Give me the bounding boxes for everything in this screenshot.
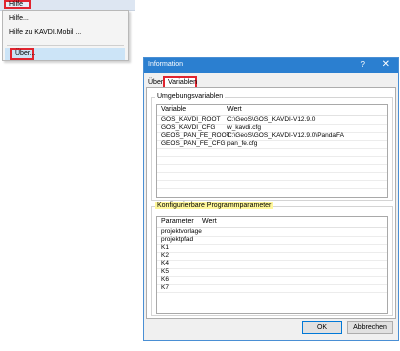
table-row[interactable]: K7 (157, 284, 387, 293)
menu-item-ueber[interactable]: Über... (5, 48, 125, 60)
cell-variable: GOS_KAVDI_ROOT (161, 116, 221, 123)
cell-parameter: K6 (161, 276, 169, 283)
cell-wert: pan_fe.cfg (227, 140, 258, 147)
dialog-titlebar: Information ? ✕ (144, 58, 398, 73)
menu-separator (7, 45, 124, 46)
help-icon[interactable]: ? (361, 60, 365, 69)
column-parameter[interactable]: Parameter (161, 218, 194, 225)
variablen-panel: Umgebungsvariablen Variable Wert GOS_KAV… (146, 87, 396, 319)
menu-item-hilfe[interactable]: Hilfe... (9, 13, 29, 25)
cell-parameter: projektpfad (161, 236, 194, 243)
cell-parameter: K5 (161, 268, 169, 275)
env-variables-table[interactable]: Variable Wert GOS_KAVDI_ROOT C:\GeoS\GOS… (156, 104, 388, 198)
close-icon[interactable]: ✕ (382, 59, 390, 70)
information-dialog: Information ? ✕ Über Variablen Umgebungs… (143, 57, 399, 341)
ok-button[interactable]: OK (302, 321, 342, 334)
menu-item-ueber-label: Über... (10, 48, 36, 60)
cancel-button[interactable]: Abbrechen (347, 321, 393, 334)
cell-variable: GOS_KAVDI_CFG (161, 124, 216, 131)
column-wert[interactable]: Wert (202, 218, 217, 225)
table-header: Parameter Wert (157, 217, 387, 228)
menu-hilfe[interactable]: Hilfe (4, 0, 31, 9)
cell-wert: C:\GeoS\GOS_KAVDI-V12.9.0 (227, 116, 316, 123)
param-group-legend: Konfigurierbare Programmparameter (155, 202, 274, 209)
table-header: Variable Wert (157, 105, 387, 116)
cell-wert: C:\GeoS\GOS_KAVDI-V12.9.0\PandaFA (227, 132, 344, 139)
column-wert[interactable]: Wert (227, 106, 242, 113)
env-variables-legend: Umgebungsvariablen (155, 93, 226, 100)
cell-parameter: K4 (161, 260, 169, 267)
param-group: Konfigurierbare Programmparameter Parame… (151, 202, 393, 316)
param-table[interactable]: Parameter Wert projektvorlage projektpfa… (156, 216, 388, 314)
help-dropdown-menu: Hilfe... Hilfe zu KAVDI.Mobil ... Über..… (2, 10, 129, 61)
cell-parameter: K7 (161, 284, 169, 291)
cell-wert: w_kavdi.cfg (227, 124, 261, 131)
dialog-title: Information (148, 61, 184, 68)
cell-parameter: K2 (161, 252, 169, 259)
table-row-empty (157, 180, 387, 189)
env-variables-group: Umgebungsvariablen Variable Wert GOS_KAV… (151, 93, 393, 201)
cell-variable: GEOS_PAN_FE_CFG (161, 140, 226, 147)
cell-parameter: projektvorlage (161, 228, 202, 235)
cell-variable: GEOS_PAN_FE_ROOT (161, 132, 231, 139)
menu-item-hilfe-kavdi-mobil[interactable]: Hilfe zu KAVDI.Mobil ... (9, 27, 81, 39)
cell-parameter: K1 (161, 244, 169, 251)
column-variable[interactable]: Variable (161, 106, 186, 113)
